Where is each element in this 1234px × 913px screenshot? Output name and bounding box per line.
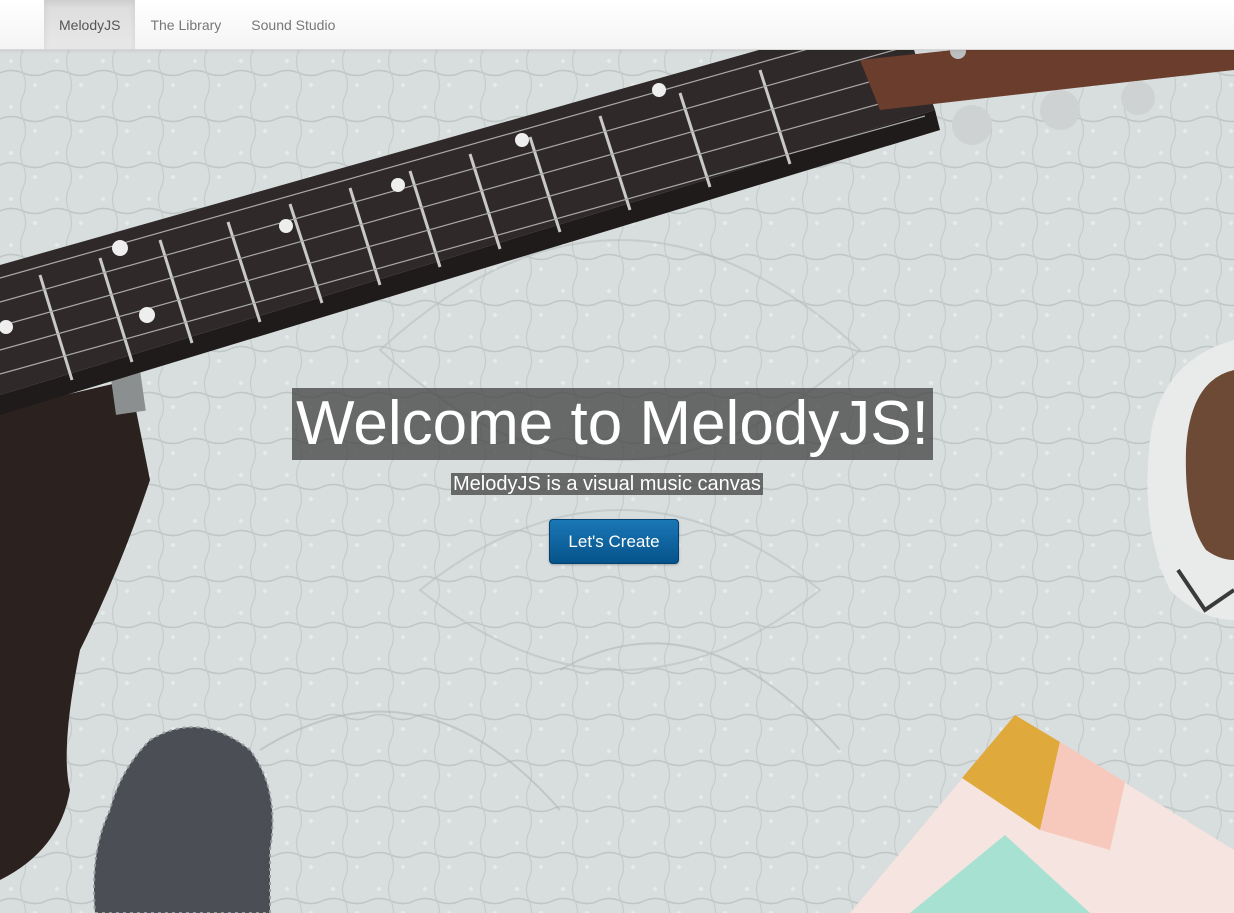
hero-title: Welcome to MelodyJS! — [292, 388, 933, 460]
lets-create-button[interactable]: Let's Create — [549, 519, 679, 564]
nav-item-melodyjs[interactable]: MelodyJS — [44, 0, 136, 49]
nav-item-label: Sound Studio — [251, 16, 336, 33]
nav-item-sound-studio[interactable]: Sound Studio — [236, 0, 350, 49]
top-navbar: MelodyJS The Library Sound Studio — [0, 0, 1234, 50]
hero-section: Welcome to MelodyJS! MelodyJS is a visua… — [0, 50, 1234, 913]
hero-subtitle: MelodyJS is a visual music canvas — [451, 473, 763, 495]
nav-list: MelodyJS The Library Sound Studio — [44, 0, 350, 49]
nav-item-the-library[interactable]: The Library — [135, 0, 236, 49]
nav-item-label: MelodyJS — [59, 16, 121, 33]
nav-item-label: The Library — [150, 16, 222, 33]
